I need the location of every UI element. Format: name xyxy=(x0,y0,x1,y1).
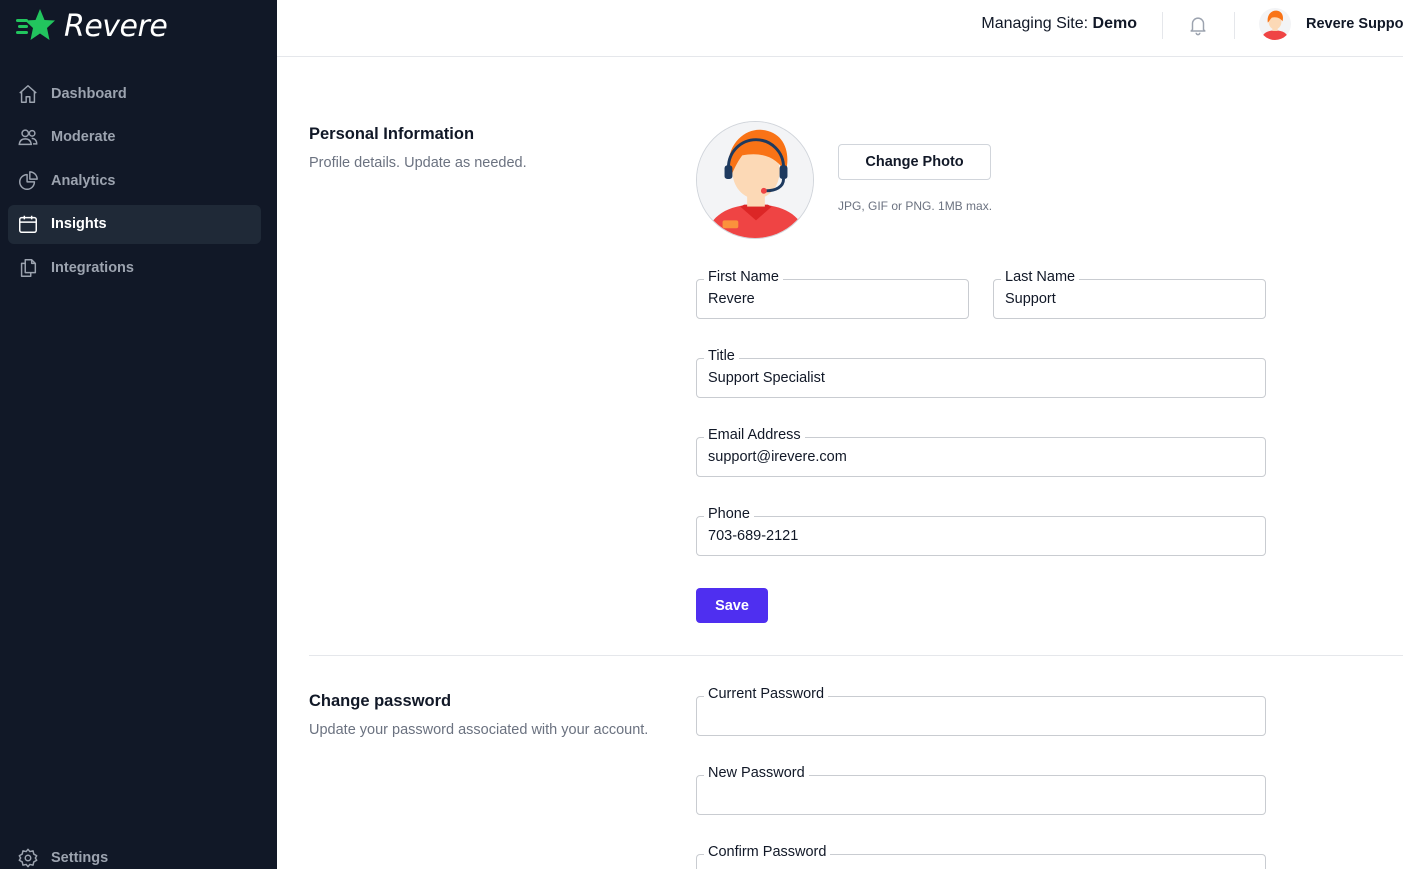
bell-icon[interactable] xyxy=(1187,14,1209,36)
revere-star-icon xyxy=(16,9,55,40)
logo-text: Revere xyxy=(64,8,168,44)
sidebar-item-integrations[interactable]: Integrations xyxy=(8,248,261,287)
header-divider xyxy=(1234,12,1235,39)
top-header: Managing Site: Demo Revere Support xyxy=(277,0,1403,57)
user-avatar[interactable] xyxy=(1259,8,1291,40)
pie-chart-icon xyxy=(17,170,39,192)
confirm-password-label: Confirm Password xyxy=(704,843,831,861)
save-button[interactable]: Save xyxy=(696,588,768,623)
settings-area: Settings xyxy=(8,838,261,869)
photo-hint: JPG, GIF or PNG. 1MB max. xyxy=(838,199,993,213)
sidebar-item-dashboard[interactable]: Dashboard xyxy=(8,74,261,113)
sidebar-item-analytics[interactable]: Analytics xyxy=(8,161,261,200)
phone-label: Phone xyxy=(704,505,754,523)
confirm-password-field: Confirm Password xyxy=(696,843,1266,869)
new-password-field: New Password xyxy=(696,764,1266,815)
sidebar-item-insights[interactable]: Insights xyxy=(8,204,261,244)
last-name-input[interactable] xyxy=(1005,291,1257,307)
email-input[interactable] xyxy=(708,449,1257,465)
change-password-title: Change password xyxy=(309,692,452,710)
sidebar-item-label: Analytics xyxy=(51,172,116,189)
sidebar-item-label: Integrations xyxy=(51,259,134,276)
managing-site-prefix: Managing Site: xyxy=(981,15,1093,32)
user-name[interactable]: Revere Support xyxy=(1306,16,1403,32)
sidebar-item-label: Settings xyxy=(51,849,109,866)
managing-site-name: Demo xyxy=(1092,15,1137,32)
profile-avatar xyxy=(696,121,814,239)
current-password-label: Current Password xyxy=(704,685,829,703)
gear-icon xyxy=(17,847,39,869)
personal-info-description: Profile details. Update as needed. xyxy=(309,155,527,171)
personal-info-title: Personal Information xyxy=(309,125,475,143)
email-label: Email Address xyxy=(704,426,805,444)
current-password-input[interactable] xyxy=(708,708,1257,724)
sidebar-nav: Dashboard Moderate Analytics Insights In… xyxy=(8,74,261,292)
managing-site[interactable]: Managing Site: Demo xyxy=(981,15,1137,33)
new-password-input[interactable] xyxy=(708,787,1257,803)
first-name-input[interactable] xyxy=(708,291,960,307)
sidebar-item-label: Insights xyxy=(51,216,107,232)
sidebar-item-settings[interactable]: Settings xyxy=(8,838,261,869)
section-divider xyxy=(309,655,1403,656)
last-name-label: Last Name xyxy=(1001,268,1080,286)
first-name-label: First Name xyxy=(704,268,783,286)
email-field: Email Address xyxy=(696,426,1266,477)
new-password-label: New Password xyxy=(704,764,809,782)
sidebar-item-moderate[interactable]: Moderate xyxy=(8,118,261,157)
title-field: Title xyxy=(696,347,1266,398)
sidebar-item-label: Moderate xyxy=(51,129,116,145)
sidebar: Revere Dashboard Moderate Analytics Insi… xyxy=(0,0,277,869)
last-name-field: Last Name xyxy=(993,268,1266,319)
current-password-field: Current Password xyxy=(696,685,1266,736)
change-password-description: Update your password associated with you… xyxy=(309,722,649,738)
change-photo-button[interactable]: Change Photo xyxy=(838,144,991,180)
title-label: Title xyxy=(704,347,739,365)
users-icon xyxy=(17,126,39,148)
title-input[interactable] xyxy=(708,370,1257,386)
first-name-field: First Name xyxy=(696,268,969,319)
documents-icon xyxy=(17,257,39,279)
header-divider xyxy=(1162,12,1163,39)
phone-input[interactable] xyxy=(708,528,1257,544)
home-icon xyxy=(17,83,39,105)
logo[interactable]: Revere xyxy=(16,8,168,44)
phone-field: Phone xyxy=(696,505,1266,556)
sidebar-item-label: Dashboard xyxy=(51,85,127,102)
calendar-icon xyxy=(17,213,39,235)
